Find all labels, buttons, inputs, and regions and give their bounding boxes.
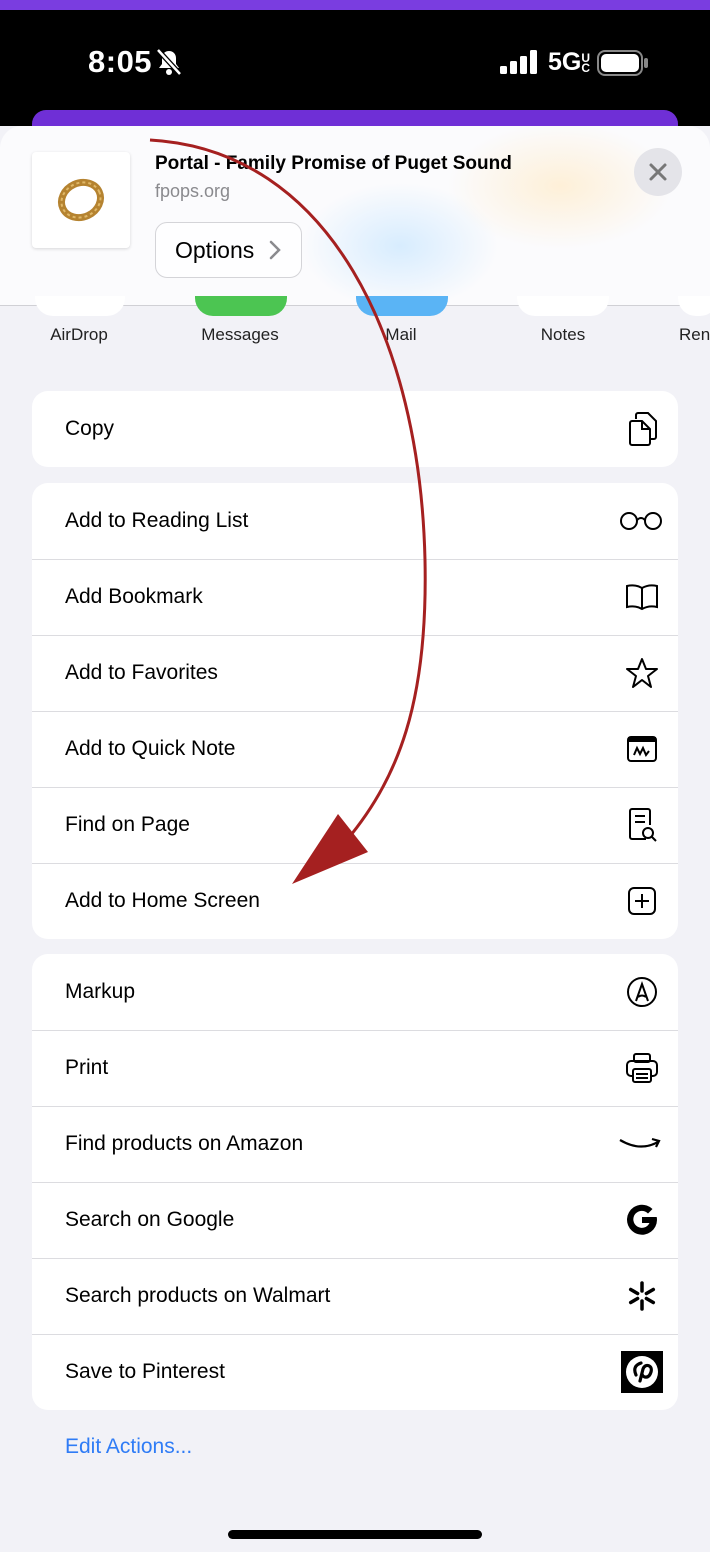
options-button[interactable]: Options <box>155 222 302 278</box>
google-icon <box>624 1202 660 1238</box>
action-search-walmart[interactable]: Search products on Walmart <box>32 1258 678 1334</box>
chevron-right-icon <box>269 239 281 266</box>
action-search-google[interactable]: Search on Google <box>32 1182 678 1258</box>
app-label-reminders[interactable]: Ren <box>679 325 710 345</box>
network-label: 5G <box>548 48 582 76</box>
markup-icon <box>624 974 660 1010</box>
quick-note-icon <box>624 731 660 767</box>
page-url: fpops.org <box>155 181 231 201</box>
action-print[interactable]: Print <box>32 1030 678 1106</box>
mail-app-icon[interactable] <box>356 296 448 316</box>
app-label-mail[interactable]: Mail <box>331 325 471 345</box>
app-label-notes[interactable]: Notes <box>493 325 633 345</box>
cell-signal-icon <box>500 50 538 79</box>
action-label: Add to Favorites <box>65 661 218 684</box>
amazon-icon <box>618 1126 662 1162</box>
glasses-icon <box>618 503 664 539</box>
messages-app-icon[interactable] <box>195 296 287 316</box>
action-group-extensions: Markup Print Find products on Amazon Sea… <box>32 954 678 1410</box>
app-label-messages[interactable]: Messages <box>170 325 310 345</box>
action-label: Add Bookmark <box>65 585 203 608</box>
action-label: Search on Google <box>65 1208 235 1231</box>
action-find-on-amazon[interactable]: Find products on Amazon <box>32 1106 678 1182</box>
action-label: Add to Quick Note <box>65 737 236 760</box>
status-bar: 8:05 5GUC <box>0 10 710 126</box>
action-markup[interactable]: Markup <box>32 954 678 1030</box>
plus-square-icon <box>624 883 660 919</box>
action-add-to-home-screen[interactable]: Add to Home Screen <box>32 863 678 939</box>
action-add-bookmark[interactable]: Add Bookmark <box>32 559 678 635</box>
book-icon <box>624 579 660 615</box>
walmart-icon <box>624 1278 660 1314</box>
action-find-on-page[interactable]: Find on Page <box>32 787 678 863</box>
printer-icon <box>624 1050 660 1086</box>
reminders-app-icon[interactable] <box>678 296 710 316</box>
action-label: Save to Pinterest <box>65 1360 225 1383</box>
action-label: Copy <box>65 417 115 440</box>
action-label: Print <box>65 1056 109 1079</box>
edit-actions-link[interactable]: Edit Actions... <box>65 1435 192 1459</box>
network-type: 5GUC <box>548 48 591 77</box>
ring-image-icon <box>58 178 104 222</box>
status-time: 8:05 <box>88 44 153 79</box>
site-thumbnail <box>32 152 130 248</box>
close-icon <box>649 163 667 181</box>
battery-icon <box>597 50 649 81</box>
action-label: Markup <box>65 980 136 1003</box>
page-title: Portal - Family Promise of Puget Sound <box>155 153 512 174</box>
options-label: Options <box>175 236 255 263</box>
star-icon <box>624 655 660 691</box>
action-group-browser: Add to Reading List Add Bookmark Add to … <box>32 483 678 939</box>
action-label: Add to Home Screen <box>65 889 260 912</box>
home-indicator <box>228 1530 482 1539</box>
action-copy[interactable]: Copy <box>32 391 678 467</box>
silent-bell-icon <box>156 48 182 81</box>
action-group-copy: Copy <box>32 391 678 467</box>
notes-app-icon[interactable] <box>517 296 609 316</box>
action-label: Find on Page <box>65 813 190 836</box>
action-add-to-quick-note[interactable]: Add to Quick Note <box>32 711 678 787</box>
action-label: Find products on Amazon <box>65 1132 304 1155</box>
action-label: Add to Reading List <box>65 509 249 532</box>
airdrop-app-icon[interactable] <box>35 296 125 316</box>
pinterest-icon <box>621 1351 663 1393</box>
app-label-airdrop[interactable]: AirDrop <box>9 325 149 345</box>
top-accent-bar <box>0 0 710 10</box>
network-suffix: UC <box>581 51 591 76</box>
action-add-to-reading-list[interactable]: Add to Reading List <box>32 483 678 559</box>
copy-icon <box>624 411 660 447</box>
action-save-to-pinterest[interactable]: Save to Pinterest <box>32 1334 678 1410</box>
find-doc-icon <box>624 807 660 843</box>
close-button[interactable] <box>634 148 682 196</box>
action-add-to-favorites[interactable]: Add to Favorites <box>32 635 678 711</box>
action-label: Search products on Walmart <box>65 1284 331 1307</box>
share-sheet-header: Portal - Family Promise of Puget Sound f… <box>0 126 710 306</box>
